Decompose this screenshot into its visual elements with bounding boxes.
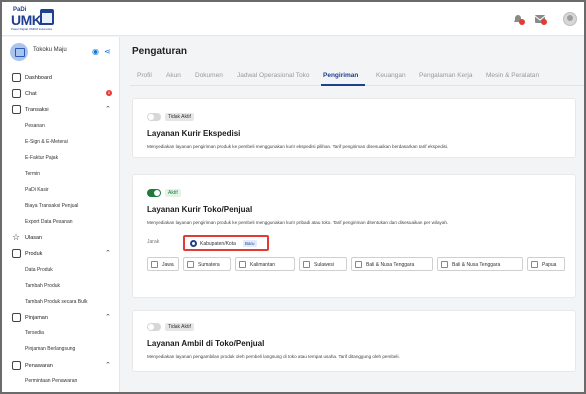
- radio-jarak[interactable]: Jarak: [147, 239, 159, 245]
- status-badge: Tidak Aktif: [165, 113, 194, 121]
- card-title: Layanan Ambil di Toko/Penjual: [147, 339, 265, 348]
- notification-badge: [519, 19, 525, 25]
- sidebar-subitem-pesanan[interactable]: Pesanan: [25, 123, 45, 129]
- card-kurir-toko: Aktif Layanan Kurir Toko/Penjual Menyedi…: [132, 174, 576, 298]
- home-icon: [12, 73, 21, 82]
- tab-mesin-peralatan[interactable]: Mesin & Peralatan: [486, 72, 539, 79]
- checkbox-icon: [151, 261, 158, 268]
- region-checkbox-sulawesi[interactable]: Sulawesi: [299, 257, 347, 271]
- app-window: PaDi UMK Pasar Digital UMKM Indonesia To…: [0, 0, 586, 394]
- store-avatar: [10, 43, 28, 61]
- toggle-ekspedisi[interactable]: [147, 113, 161, 121]
- box-icon: [12, 249, 21, 258]
- sidebar-item-penawaran[interactable]: Penawaran ⌃: [2, 359, 120, 373]
- checkbox-icon: [355, 261, 362, 268]
- checkbox-icon: [187, 261, 194, 268]
- toggle-kurir-toko[interactable]: [147, 189, 161, 197]
- status-badge: Aktif: [165, 189, 181, 197]
- store-info[interactable]: Tokoku Maju ◉ ⋖: [10, 43, 114, 61]
- sidebar: Tokoku Maju ◉ ⋖ Dashboard Chat 0 Transak…: [2, 37, 120, 392]
- mail-badge: [541, 19, 547, 25]
- sidebar-subitem-tambah-bulk[interactable]: Tambah Produk secara Bulk: [25, 299, 88, 305]
- card-description: Menyediakan layanan pengiriman produk ke…: [147, 220, 449, 225]
- region-checkbox-kalimantan[interactable]: Kalimantan: [235, 257, 295, 271]
- sidebar-item-chat[interactable]: Chat 0: [2, 87, 120, 101]
- tab-akun[interactable]: Akun: [166, 72, 181, 79]
- status-badge: Tidak Aktif: [165, 323, 194, 331]
- checkbox-icon: [239, 261, 246, 268]
- region-checkbox-bali-nusa-tenggara[interactable]: Bali & Nusa Tenggara: [351, 257, 433, 271]
- region-checkbox-sumatera[interactable]: Sumatera: [183, 257, 231, 271]
- card-description: Menyediakan layanan pengambilan produk o…: [147, 354, 400, 359]
- top-bar: PaDi UMK Pasar Digital UMKM Indonesia: [2, 2, 584, 36]
- tab-profil[interactable]: Profil: [137, 72, 152, 79]
- region-checkbox-papua[interactable]: Papua: [527, 257, 565, 271]
- sidebar-subitem-termin[interactable]: Termin: [25, 171, 40, 177]
- star-icon: ☆: [12, 232, 21, 242]
- region-checkbox-jawa[interactable]: Jawa: [147, 257, 179, 271]
- sidebar-subitem-padi-kasir[interactable]: PaDi Kasir: [25, 187, 49, 193]
- sidebar-item-pinjaman[interactable]: Pinjaman ⌃: [2, 311, 120, 325]
- checkbox-icon: [441, 261, 448, 268]
- store-name: Tokoku Maju: [33, 47, 67, 53]
- chevron-up-icon[interactable]: ⌃: [105, 361, 111, 369]
- card-ambil-di-toko: Tidak Aktif Layanan Ambil di Toko/Penjua…: [132, 310, 576, 372]
- chevron-up-icon[interactable]: ⌃: [105, 105, 111, 113]
- card-description: Menyediakan layanan pengiriman produk ke…: [147, 144, 449, 149]
- radio-selected-icon: [190, 240, 197, 247]
- tag-icon: [12, 361, 21, 370]
- sidebar-subitem-biaya-transaksi[interactable]: Biaya Transaksi Penjual: [25, 203, 78, 209]
- sidebar-item-ulasan[interactable]: ☆ Ulasan: [2, 231, 120, 245]
- sidebar-subitem-tersedia[interactable]: Tersedia: [25, 330, 44, 336]
- active-tab-indicator: [321, 84, 365, 86]
- chevron-up-icon[interactable]: ⌃: [105, 249, 111, 257]
- card-title: Layanan Kurir Toko/Penjual: [147, 205, 253, 214]
- eye-icon[interactable]: ◉: [92, 47, 99, 56]
- region-checkbox-bali-nusa-tenggara-2[interactable]: Bali & Nusa Tenggara: [437, 257, 523, 271]
- tab-jadwal[interactable]: Jadwal Operasional Toko: [237, 72, 310, 79]
- tab-keuangan[interactable]: Keuangan: [376, 72, 406, 79]
- new-badge: Baru: [243, 240, 257, 247]
- padi-umkm-logo[interactable]: PaDi UMK Pasar Digital UMKM Indonesia: [11, 7, 55, 31]
- sidebar-item-dashboard[interactable]: Dashboard: [2, 71, 120, 85]
- sidebar-subitem-esign[interactable]: E-Sign & E-Meterai: [25, 139, 68, 145]
- user-avatar[interactable]: [563, 12, 577, 26]
- toggle-ambil-di-toko[interactable]: [147, 323, 161, 331]
- chat-icon: [12, 89, 21, 98]
- sidebar-item-transaksi[interactable]: Transaksi ⌃: [2, 103, 120, 117]
- tab-pengalaman-kerja[interactable]: Pengalaman Kerja: [419, 72, 472, 79]
- receipt-icon: [12, 105, 21, 114]
- checkbox-icon: [303, 261, 310, 268]
- sidebar-subitem-pinjaman-berlangsung[interactable]: Pinjaman Berlangsung: [25, 346, 75, 352]
- card-title: Layanan Kurir Ekspedisi: [147, 129, 241, 138]
- chevron-up-icon[interactable]: ⌃: [105, 313, 111, 321]
- radio-kabupaten-kota[interactable]: Kabupaten/Kota Baru: [183, 235, 269, 251]
- sidebar-item-produk[interactable]: Produk ⌃: [2, 247, 120, 261]
- sidebar-subitem-permintaan-penawaran[interactable]: Permintaan Penawaran: [25, 378, 77, 384]
- chat-badge: 0: [106, 90, 112, 96]
- sidebar-subitem-tambah-produk[interactable]: Tambah Produk: [25, 283, 60, 289]
- tab-pengiriman[interactable]: Pengiriman: [323, 72, 358, 79]
- page-title: Pengaturan: [132, 46, 188, 57]
- sidebar-subitem-export[interactable]: Export Data Pesanan: [25, 219, 73, 225]
- sidebar-subitem-data-produk[interactable]: Data Produk: [25, 267, 53, 273]
- money-icon: [12, 313, 21, 322]
- card-kurir-ekspedisi: Tidak Aktif Layanan Kurir Ekspedisi Meny…: [132, 98, 576, 158]
- sidebar-subitem-efaktur[interactable]: E-Faktur Pajak: [25, 155, 58, 161]
- checkbox-icon: [531, 261, 538, 268]
- tab-dokumen[interactable]: Dokumen: [195, 72, 223, 79]
- share-icon[interactable]: ⋖: [104, 47, 111, 56]
- settings-tabs: Profil Akun Dokumen Jadwal Operasional T…: [130, 66, 584, 86]
